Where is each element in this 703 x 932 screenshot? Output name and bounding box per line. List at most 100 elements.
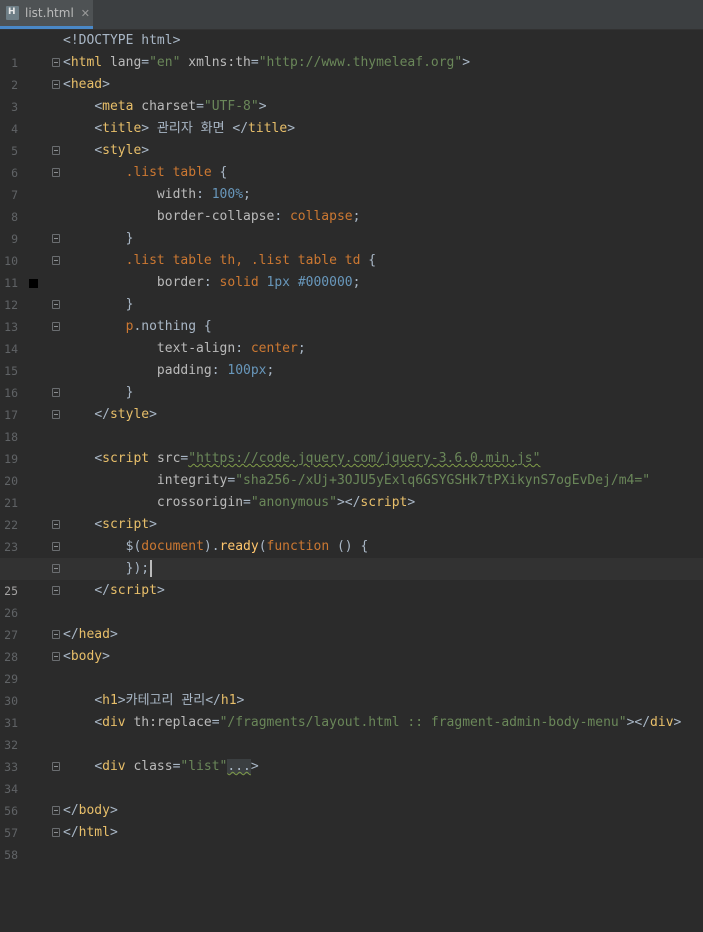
fold-icon[interactable]: [52, 234, 60, 243]
code-text: text-align: [156, 341, 236, 356]
code-text: style: [109, 407, 150, 422]
code-line[interactable]: 14 p.nothing {: [0, 316, 703, 356]
code-line[interactable]: 21 integrity="sha256-/xUj+3OJU5yExlq6GSY…: [0, 470, 703, 510]
code-text: .list table: [125, 165, 212, 180]
code-line[interactable]: 30: [0, 668, 703, 708]
code-line[interactable]: 20 <script src="https://code.jquery.com/…: [0, 448, 703, 488]
code-line[interactable]: 8 width: 100%;: [0, 184, 703, 224]
code-line[interactable]: 10 }: [0, 228, 703, 268]
tab-list-html[interactable]: list.html ✕: [0, 0, 93, 29]
code-text: "list": [180, 759, 228, 774]
code-line[interactable]: 33: [0, 734, 703, 774]
code-text: title: [102, 121, 142, 136]
fold-icon[interactable]: [52, 322, 60, 331]
code-line[interactable]: 22 crossorigin="anonymous"></script>: [0, 492, 703, 532]
fold-icon[interactable]: [52, 168, 60, 177]
code-line[interactable]: 11 .list table th, .list table td {: [0, 250, 703, 290]
code-text: div: [102, 759, 126, 774]
fold-icon[interactable]: [52, 586, 60, 595]
code-line[interactable]: 56: [0, 778, 703, 818]
code-editor[interactable]: 1 <!DOCTYPE html> 2 <html lang="en" xmln…: [0, 30, 703, 862]
code-line[interactable]: 57 </body>: [0, 800, 703, 840]
code-text: lang: [109, 55, 142, 70]
tab-filename: list.html: [25, 6, 74, 20]
code-text: <!DOCTYPE html>: [63, 33, 181, 48]
code-line[interactable]: 34 <div class="list"...>: [0, 756, 703, 796]
code-text: .nothing: [133, 319, 197, 334]
code-line[interactable]: 12 border: solid 1px #000000;: [0, 272, 703, 312]
code-line[interactable]: 23 <script>: [0, 514, 703, 554]
code-line[interactable]: 13 }: [0, 294, 703, 334]
code-line[interactable]: 7 .list table {: [0, 162, 703, 202]
code-line[interactable]: 32 <div th:replace="/fragments/layout.ht…: [0, 712, 703, 752]
code-text: script: [102, 451, 150, 466]
fold-icon[interactable]: [52, 80, 60, 89]
code-text: 관리자 화면: [149, 121, 233, 136]
code-line[interactable]: 27: [0, 602, 703, 642]
code-line[interactable]: 17 }: [0, 382, 703, 422]
code-text: width: [156, 187, 197, 202]
fold-icon[interactable]: [52, 542, 60, 551]
code-line[interactable]: 15 text-align: center;: [0, 338, 703, 378]
code-line[interactable]: 1 <!DOCTYPE html>: [0, 30, 703, 70]
code-line[interactable]: 26 </script>: [0, 580, 703, 620]
code-text: body: [78, 803, 110, 818]
fold-icon[interactable]: [52, 256, 60, 265]
code-text: border-collapse: [156, 209, 275, 224]
code-line[interactable]: 31 <h1>카테고리 관리</h1>: [0, 690, 703, 730]
fold-icon[interactable]: [52, 806, 60, 815]
code-text: body: [70, 649, 103, 664]
code-text: integrity: [156, 473, 228, 488]
code-text: meta: [102, 99, 134, 114]
code-text: html: [70, 55, 103, 70]
fold-icon[interactable]: [52, 388, 60, 397]
fold-icon[interactable]: [52, 520, 60, 529]
code-line[interactable]: 18 </style>: [0, 404, 703, 444]
code-text: "sha256-/xUj+3OJU5yExlq6GSYGSHk7tPXikynS…: [235, 473, 651, 488]
code-text: th:replace: [133, 715, 212, 730]
code-text: 100px: [227, 363, 267, 378]
close-icon[interactable]: ✕: [81, 7, 90, 20]
fold-icon[interactable]: [52, 762, 60, 771]
fold-icon[interactable]: [52, 58, 60, 67]
fold-icon[interactable]: [52, 630, 60, 639]
fold-icon[interactable]: [52, 828, 60, 837]
code-line[interactable]: 28 </head>: [0, 624, 703, 664]
fold-icon[interactable]: [52, 652, 60, 661]
code-line[interactable]: 9 border-collapse: collapse;: [0, 206, 703, 246]
code-text: collapse: [289, 209, 353, 224]
code-text: ready: [219, 539, 259, 554]
code-line[interactable]: 6 <style>: [0, 140, 703, 180]
code-text: crossorigin: [156, 495, 244, 510]
code-line[interactable]: 24 $(document).ready(function () {: [0, 536, 703, 576]
code-line[interactable]: 5 <title> 관리자 화면 </title>: [0, 118, 703, 158]
code-line[interactable]: 4 <meta charset="UTF-8">: [0, 96, 703, 136]
code-text: .list table th, .list table td: [125, 253, 361, 268]
code-text: "en": [149, 55, 181, 70]
fold-icon[interactable]: [52, 300, 60, 309]
code-text: function: [266, 539, 330, 554]
fold-icon[interactable]: [52, 564, 60, 573]
color-preview-icon[interactable]: [29, 279, 38, 288]
code-line[interactable]: 19: [0, 426, 703, 466]
code-line-current[interactable]: 25 });: [0, 558, 703, 598]
fold-icon[interactable]: [52, 146, 60, 155]
code-text: center: [250, 341, 298, 356]
code-line[interactable]: 29 <body>: [0, 646, 703, 686]
fold-icon[interactable]: [52, 410, 60, 419]
code-text: "UTF-8": [203, 99, 259, 114]
code-line[interactable]: 3 <head>: [0, 74, 703, 114]
code-line[interactable]: 58 </html>: [0, 822, 703, 862]
code-text: charset: [141, 99, 197, 114]
editor-tab-bar: list.html ✕: [0, 0, 703, 30]
html-file-icon: [6, 6, 19, 20]
code-text: style: [102, 143, 142, 158]
code-text: 카테고리 관리: [125, 693, 206, 708]
code-line[interactable]: 16 padding: 100px;: [0, 360, 703, 400]
code-text: script: [102, 517, 150, 532]
code-text: src: [156, 451, 181, 466]
collapsed-region[interactable]: ...: [227, 759, 251, 774]
code-line[interactable]: 2 <html lang="en" xmlns:th="http://www.t…: [0, 52, 703, 92]
code-text: xmlns:th: [188, 55, 251, 70]
code-text: class: [133, 759, 173, 774]
